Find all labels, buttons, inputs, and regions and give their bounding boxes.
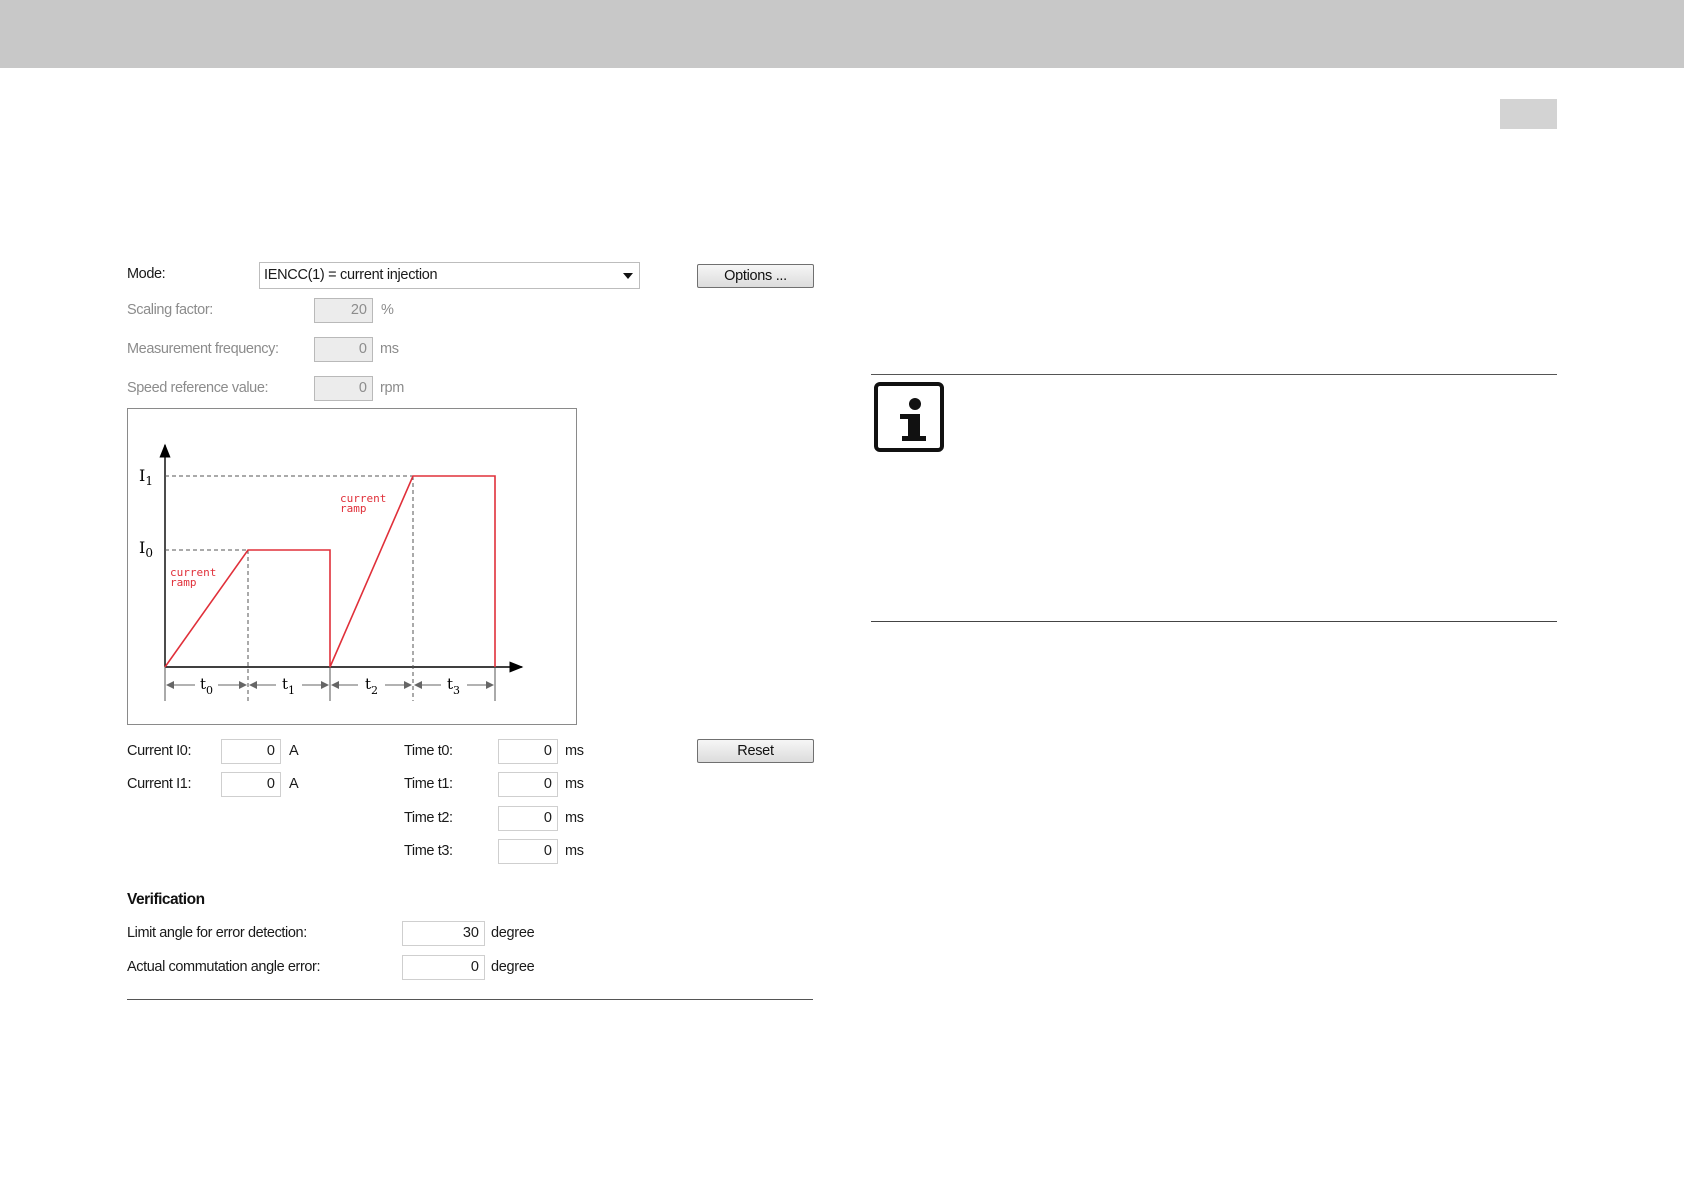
note-bottom-divider (871, 621, 1557, 622)
limit-angle-unit: degree (491, 925, 535, 941)
measurement-frequency-field[interactable]: 0 (314, 337, 373, 362)
t3-label: t3 (447, 675, 460, 697)
speed-reference-label: Speed reference value: (127, 380, 269, 396)
chevron-down-icon[interactable] (623, 273, 633, 279)
actual-angle-error-unit: degree (491, 959, 535, 975)
mode-label: Mode: (127, 266, 166, 282)
time-t3-unit: ms (565, 843, 584, 859)
time-t3-field[interactable]: 0 (498, 839, 558, 864)
time-t1-field[interactable]: 0 (498, 772, 558, 797)
scaling-factor-unit: % (381, 302, 394, 318)
time-t1-unit: ms (565, 776, 584, 792)
current-i1-field[interactable]: 0 (221, 772, 281, 797)
page-number-tab (1500, 99, 1557, 129)
info-icon (874, 382, 944, 452)
verification-title: Verification (127, 891, 205, 908)
time-t2-label: Time t2: (404, 810, 453, 826)
measurement-frequency-unit: ms (380, 341, 399, 357)
time-t2-field[interactable]: 0 (498, 806, 558, 831)
time-t3-label: Time t3: (404, 843, 453, 859)
actual-angle-error-field[interactable]: 0 (402, 955, 485, 980)
form-bottom-divider (127, 999, 813, 1000)
note-top-divider (871, 374, 1557, 375)
header-bar (0, 0, 1684, 68)
ramp-label-2-line2: ramp (340, 502, 367, 515)
scaling-factor-label: Scaling factor: (127, 302, 213, 318)
current-i1-unit: A (289, 776, 299, 792)
actual-angle-error-label: Actual commutation angle error: (127, 959, 321, 975)
current-i0-unit: A (289, 743, 299, 759)
options-button[interactable]: Options ... (697, 264, 814, 288)
measurement-frequency-label: Measurement frequency: (127, 341, 279, 357)
time-t2-unit: ms (565, 810, 584, 826)
t0-label: t0 (200, 675, 213, 697)
time-t0-field[interactable]: 0 (498, 739, 558, 764)
mode-select[interactable]: IENCC(1) = current injection (259, 262, 640, 289)
current-i1-label: Current I1: (127, 776, 192, 792)
time-t0-unit: ms (565, 743, 584, 759)
speed-reference-unit: rpm (380, 380, 405, 396)
t2-label: t2 (365, 675, 378, 697)
mode-select-value: IENCC(1) = current injection (264, 267, 438, 283)
time-t1-label: Time t1: (404, 776, 453, 792)
i1-axis-label: I1 (139, 466, 153, 488)
limit-angle-label: Limit angle for error detection: (127, 925, 307, 941)
time-t0-label: Time t0: (404, 743, 453, 759)
current-i0-field[interactable]: 0 (221, 739, 281, 764)
speed-reference-field[interactable]: 0 (314, 376, 373, 401)
current-injection-diagram: I1 I0 current ramp current ramp t0 t1 t2… (127, 408, 577, 725)
i0-axis-label: I0 (139, 538, 153, 560)
reset-button[interactable]: Reset (697, 739, 814, 763)
t1-label: t1 (282, 675, 295, 697)
ramp-label-1-line2: ramp (170, 576, 197, 589)
limit-angle-field[interactable]: 30 (402, 921, 485, 946)
current-i0-label: Current I0: (127, 743, 192, 759)
scaling-factor-field[interactable]: 20 (314, 298, 373, 323)
